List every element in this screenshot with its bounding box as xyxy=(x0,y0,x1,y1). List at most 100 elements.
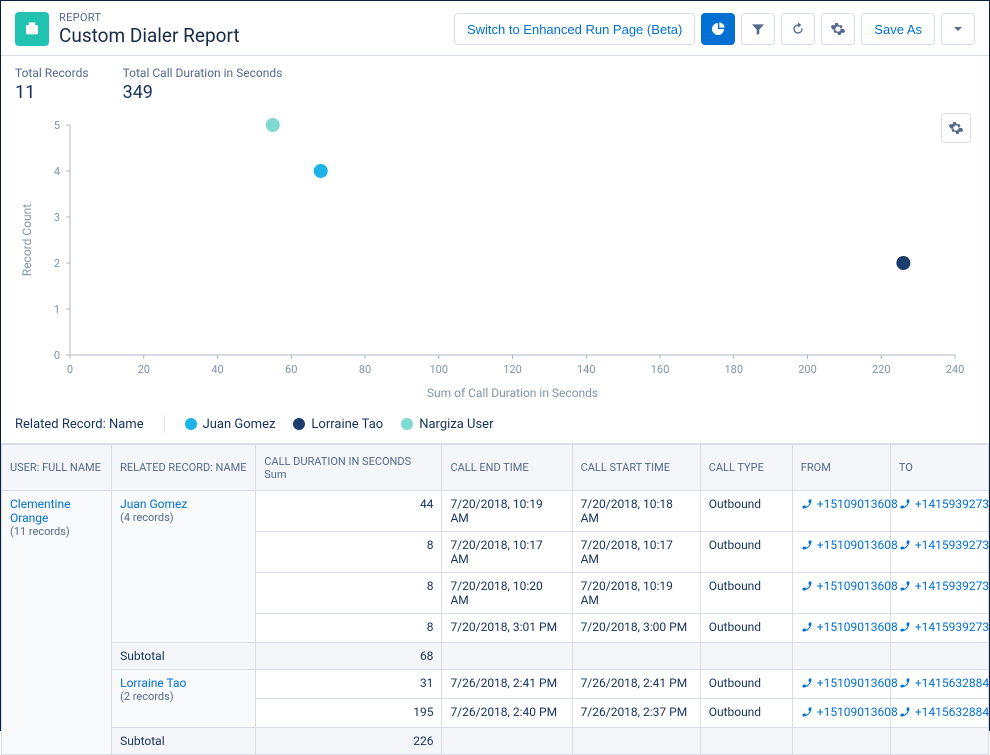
svg-text:220: 220 xyxy=(872,363,891,376)
cell-duration: 31 xyxy=(256,670,442,699)
cell-end-time: 7/26/2018, 2:41 PM xyxy=(442,670,572,699)
cell-to: +14159392736 xyxy=(890,614,988,643)
chart-settings-button[interactable] xyxy=(941,113,971,143)
table-row: Clementine Orange(11 records)Juan Gomez(… xyxy=(2,491,989,532)
cell-call-type: Outbound xyxy=(700,699,792,728)
cell-start-time: 7/26/2018, 2:37 PM xyxy=(572,699,700,728)
svg-text:140: 140 xyxy=(577,363,596,376)
cell-from: +15109013608 xyxy=(792,670,890,699)
phone-link[interactable]: +14159392736 xyxy=(899,538,990,552)
user-group-cell: Clementine Orange(11 records) xyxy=(2,491,112,755)
phone-link[interactable]: +14156328841 xyxy=(899,676,990,690)
record-group-cell: Juan Gomez(4 records) xyxy=(112,491,256,643)
cell-duration: 195 xyxy=(256,699,442,728)
cell-end-time: 7/20/2018, 10:19 AM xyxy=(442,491,572,532)
table-row: Lorraine Tao(2 records)317/26/2018, 2:41… xyxy=(2,670,989,699)
col-call-duration[interactable]: CALL DURATION IN SECONDSSum xyxy=(256,445,442,491)
svg-text:20: 20 xyxy=(138,363,150,376)
phone-link[interactable]: +15109013608 xyxy=(801,497,898,511)
phone-link[interactable]: +15109013608 xyxy=(801,705,898,719)
cell-start-time: 7/20/2018, 10:17 AM xyxy=(572,532,700,573)
cell-call-type: Outbound xyxy=(700,614,792,643)
cell-end-time: 7/20/2018, 3:01 PM xyxy=(442,614,572,643)
cell-call-type: Outbound xyxy=(700,491,792,532)
chart-container: 012345020406080100120140160180200220240S… xyxy=(1,109,989,409)
legend-item[interactable]: Juan Gomez xyxy=(185,417,276,432)
chart-legend: Related Record: Name Juan Gomez Lorraine… xyxy=(1,409,989,443)
phone-link[interactable]: +14159392736 xyxy=(899,497,990,511)
user-link[interactable]: Clementine Orange xyxy=(10,497,70,525)
legend-item[interactable]: Lorraine Tao xyxy=(293,417,383,432)
svg-text:Record Count: Record Count xyxy=(20,204,34,276)
svg-text:180: 180 xyxy=(724,363,743,376)
col-from[interactable]: FROM xyxy=(792,445,890,491)
subtotal-value: 226 xyxy=(256,728,442,755)
svg-text:160: 160 xyxy=(651,363,670,376)
svg-text:120: 120 xyxy=(503,363,522,376)
legend-title: Related Record: Name xyxy=(15,417,144,432)
scatter-chart: 012345020406080100120140160180200220240S… xyxy=(15,115,975,405)
page-title: Custom Dialer Report xyxy=(59,24,240,47)
more-actions-button[interactable] xyxy=(941,13,975,45)
cell-from: +15109013608 xyxy=(792,532,890,573)
svg-text:3: 3 xyxy=(54,211,60,224)
report-table: USER: FULL NAME RELATED RECORD: NAME CAL… xyxy=(1,443,989,755)
total-records-label: Total Records xyxy=(15,66,89,80)
cell-start-time: 7/20/2018, 3:00 PM xyxy=(572,614,700,643)
phone-link[interactable]: +14159392736 xyxy=(899,579,990,593)
svg-text:1: 1 xyxy=(54,303,60,316)
col-call-end-time[interactable]: CALL END TIME xyxy=(442,445,572,491)
page-header: REPORT Custom Dialer Report Switch to En… xyxy=(1,1,989,55)
cell-from: +15109013608 xyxy=(792,573,890,614)
phone-link[interactable]: +14159392736 xyxy=(899,620,990,634)
legend-item[interactable]: Nargiza User xyxy=(401,417,493,432)
record-group-cell: Lorraine Tao(2 records) xyxy=(112,670,256,728)
col-call-type[interactable]: CALL TYPE xyxy=(700,445,792,491)
col-to[interactable]: TO xyxy=(890,445,988,491)
cell-start-time: 7/20/2018, 10:18 AM xyxy=(572,491,700,532)
phone-link[interactable]: +15109013608 xyxy=(801,579,898,593)
record-link[interactable]: Lorraine Tao xyxy=(120,676,186,690)
cell-duration: 8 xyxy=(256,573,442,614)
cell-duration: 8 xyxy=(256,532,442,573)
col-call-start-time[interactable]: CALL START TIME xyxy=(572,445,700,491)
total-duration-value: 349 xyxy=(123,82,283,103)
subtotal-row: Subtotal226 xyxy=(2,728,989,755)
col-related-record-name[interactable]: RELATED RECORD: NAME xyxy=(112,445,256,491)
cell-end-time: 7/26/2018, 2:40 PM xyxy=(442,699,572,728)
cell-start-time: 7/26/2018, 2:41 PM xyxy=(572,670,700,699)
cell-call-type: Outbound xyxy=(700,670,792,699)
phone-link[interactable]: +15109013608 xyxy=(801,676,898,690)
cell-call-type: Outbound xyxy=(700,532,792,573)
svg-text:100: 100 xyxy=(429,363,448,376)
switch-enhanced-button[interactable]: Switch to Enhanced Run Page (Beta) xyxy=(454,13,695,45)
total-records-value: 11 xyxy=(15,82,89,103)
svg-text:Sum of Call Duration in Second: Sum of Call Duration in Seconds xyxy=(427,386,598,400)
svg-text:240: 240 xyxy=(946,363,965,376)
cell-to: +14159392736 xyxy=(890,491,988,532)
subtotal-label: Subtotal xyxy=(112,728,256,755)
col-user-full-name[interactable]: USER: FULL NAME xyxy=(2,445,112,491)
record-link[interactable]: Juan Gomez xyxy=(120,497,187,511)
cell-end-time: 7/20/2018, 10:20 AM xyxy=(442,573,572,614)
filter-button[interactable] xyxy=(741,13,775,45)
cell-call-type: Outbound xyxy=(700,573,792,614)
toggle-chart-button[interactable] xyxy=(701,13,735,45)
settings-button[interactable] xyxy=(821,13,855,45)
refresh-button[interactable] xyxy=(781,13,815,45)
legend-separator xyxy=(164,415,165,433)
phone-link[interactable]: +14156328841 xyxy=(899,705,990,719)
subtotal-label: Subtotal xyxy=(112,643,256,670)
svg-text:60: 60 xyxy=(285,363,297,376)
save-as-button[interactable]: Save As xyxy=(861,13,935,45)
phone-link[interactable]: +15109013608 xyxy=(801,538,898,552)
cell-to: +14156328841 xyxy=(890,699,988,728)
cell-end-time: 7/20/2018, 10:17 AM xyxy=(442,532,572,573)
cell-start-time: 7/20/2018, 10:19 AM xyxy=(572,573,700,614)
cell-to: +14156328841 xyxy=(890,670,988,699)
cell-to: +14159392736 xyxy=(890,573,988,614)
cell-duration: 44 xyxy=(256,491,442,532)
phone-link[interactable]: +15109013608 xyxy=(801,620,898,634)
svg-text:40: 40 xyxy=(211,363,223,376)
svg-text:0: 0 xyxy=(67,363,73,376)
